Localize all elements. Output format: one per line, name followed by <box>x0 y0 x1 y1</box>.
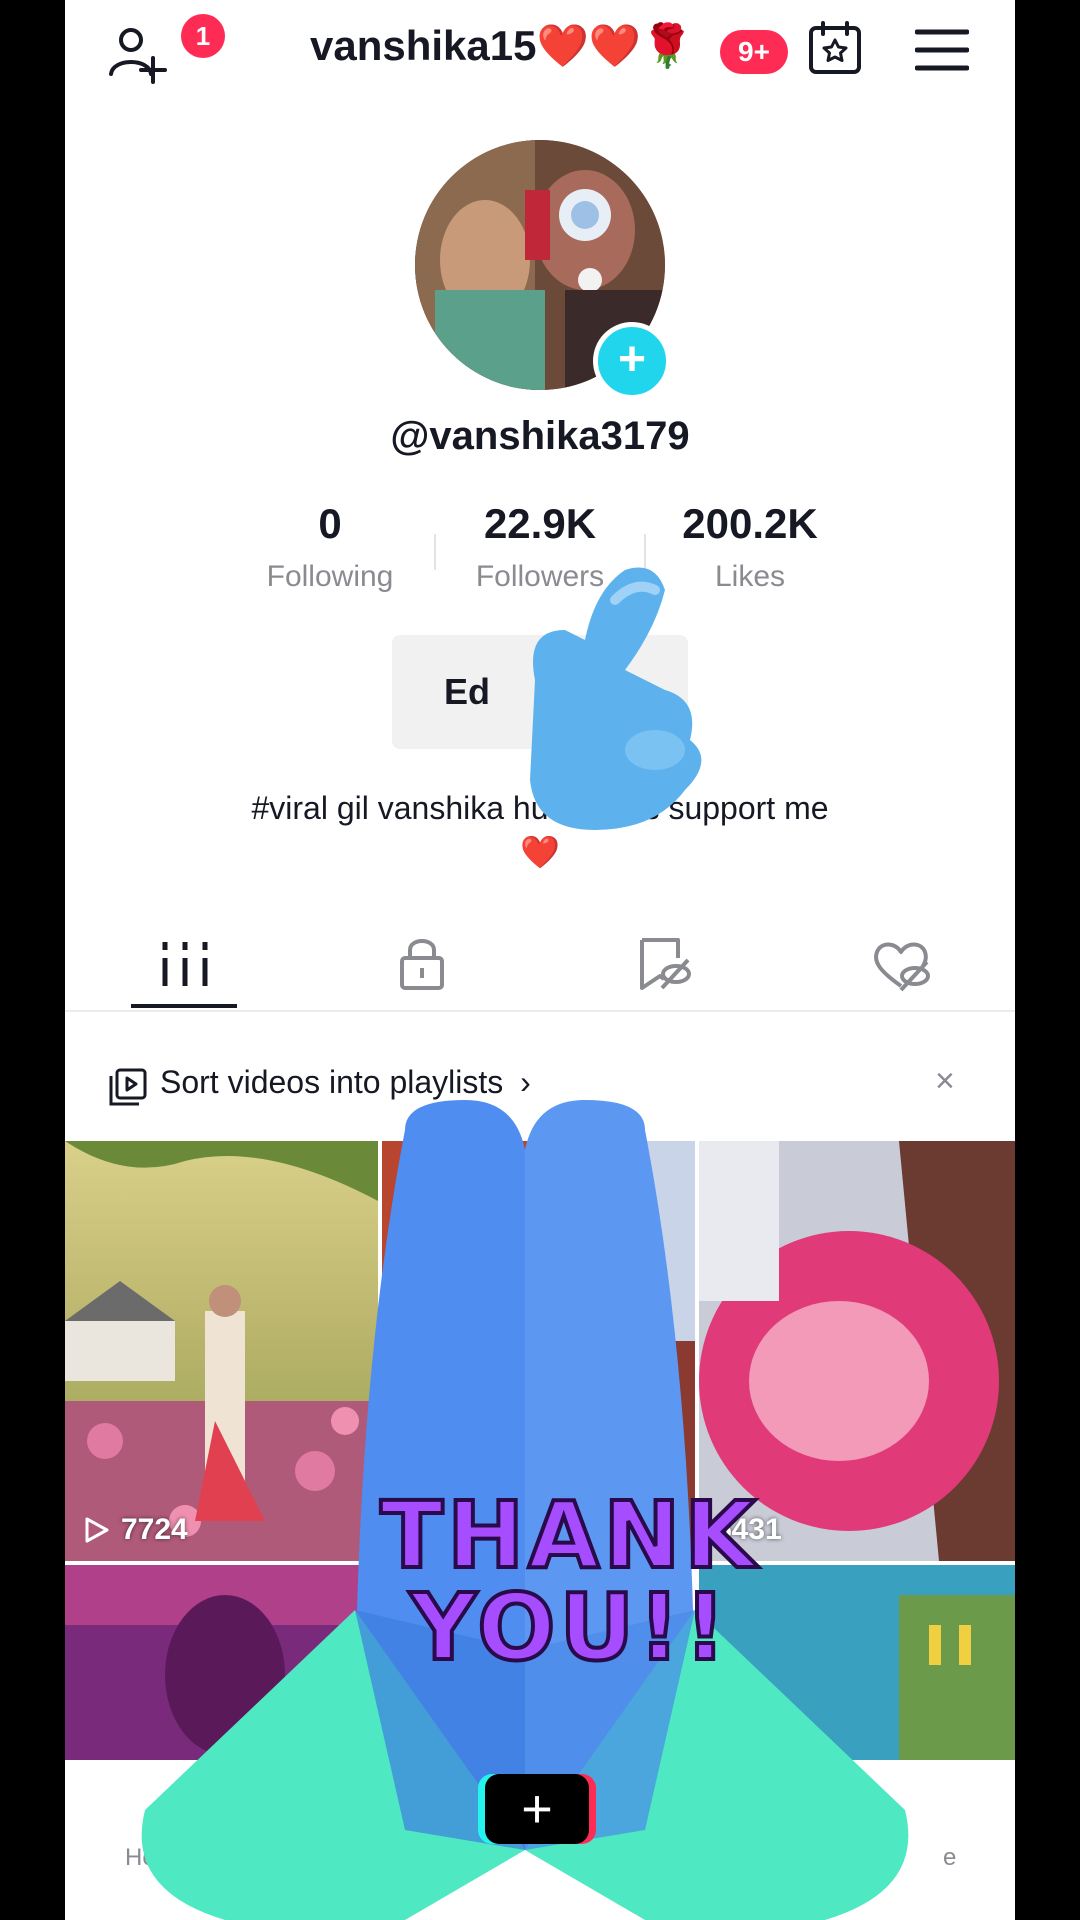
bio-emoji: ❤️ <box>520 834 560 870</box>
video-thumbnail[interactable] <box>65 1565 378 1765</box>
content-tabs <box>65 920 1015 1012</box>
play-icon <box>85 1517 109 1543</box>
add-story-button[interactable]: + <box>593 322 671 400</box>
stat-divider <box>644 534 646 570</box>
add-friend-button[interactable]: 1 <box>105 10 225 90</box>
view-count: 5431 <box>715 1513 782 1547</box>
add-friend-icon <box>109 28 167 84</box>
active-tab-indicator <box>131 1004 237 1008</box>
stat-following[interactable]: 0 Following <box>225 500 435 610</box>
thumbnail-image <box>699 1565 1015 1765</box>
following-label: Following <box>266 560 394 593</box>
thumbnail-image <box>699 1141 1015 1561</box>
video-thumbnail[interactable]: 7724 <box>65 1141 378 1561</box>
view-count-value: 5431 <box>715 1513 782 1546</box>
thumbnail-image <box>65 1565 378 1765</box>
create-button[interactable]: + <box>485 1774 589 1844</box>
playlist-icon <box>109 1068 147 1106</box>
profile-stats: 0 Following 22.9K Followers 200.2K Likes <box>225 500 855 610</box>
nav-home[interactable]: Ho <box>125 1844 156 1872</box>
stat-followers[interactable]: 22.9K Followers <box>435 500 645 610</box>
following-count: 0 <box>318 500 342 547</box>
playlist-label: Sort videos into playlists <box>160 1064 504 1100</box>
thumbnail-image <box>382 1141 695 1561</box>
playlist-banner[interactable]: Sort videos into playlists › × <box>65 1012 1015 1142</box>
view-count: 7724 <box>81 1513 188 1547</box>
stat-likes[interactable]: 200.2K Likes <box>645 500 855 610</box>
username-title[interactable]: vanshika15❤️❤️🌹 <box>310 22 693 71</box>
favorites-icon[interactable] <box>632 936 692 992</box>
notification-badge[interactable]: 9+ <box>720 30 788 74</box>
nav-profile[interactable]: e <box>943 1844 956 1872</box>
chevron-right-icon: › <box>520 1064 531 1100</box>
likes-count: 200.2K <box>682 500 818 547</box>
stat-divider <box>434 534 436 570</box>
close-icon[interactable]: × <box>935 1062 955 1101</box>
bio-text: #viral gil vanshika hu friend's support … <box>251 790 829 826</box>
followers-count: 22.9K <box>483 500 597 547</box>
thumbnail-image <box>65 1141 378 1561</box>
video-thumbnail[interactable] <box>699 1565 1015 1765</box>
video-thumbnail[interactable]: 5431 <box>699 1141 1015 1561</box>
top-bar: 1 vanshika15❤️❤️🌹 9+ <box>65 0 1015 100</box>
calendar-icon[interactable] <box>807 20 863 76</box>
view-count-value: 7724 <box>121 1513 188 1546</box>
followers-label: Followers <box>475 560 605 593</box>
playlist-prompt[interactable]: Sort videos into playlists › <box>160 1064 531 1101</box>
menu-icon[interactable] <box>915 26 969 74</box>
likes-label: Likes <box>714 560 786 593</box>
user-handle: @vanshika3179 <box>390 414 690 458</box>
videos-grid-icon[interactable] <box>155 936 215 992</box>
video-thumbnail[interactable] <box>382 1141 695 1561</box>
liked-icon[interactable] <box>871 936 931 992</box>
friend-request-badge: 1 <box>181 14 225 58</box>
private-lock-icon[interactable] <box>392 936 452 992</box>
edit-profile-button[interactable]: Ed <box>392 635 688 749</box>
profile-screen: 1 vanshika15❤️❤️🌹 9+ + @vanshika3179 0 F… <box>65 0 1015 1920</box>
bio: #viral gil vanshika hu friend's support … <box>65 786 1015 874</box>
